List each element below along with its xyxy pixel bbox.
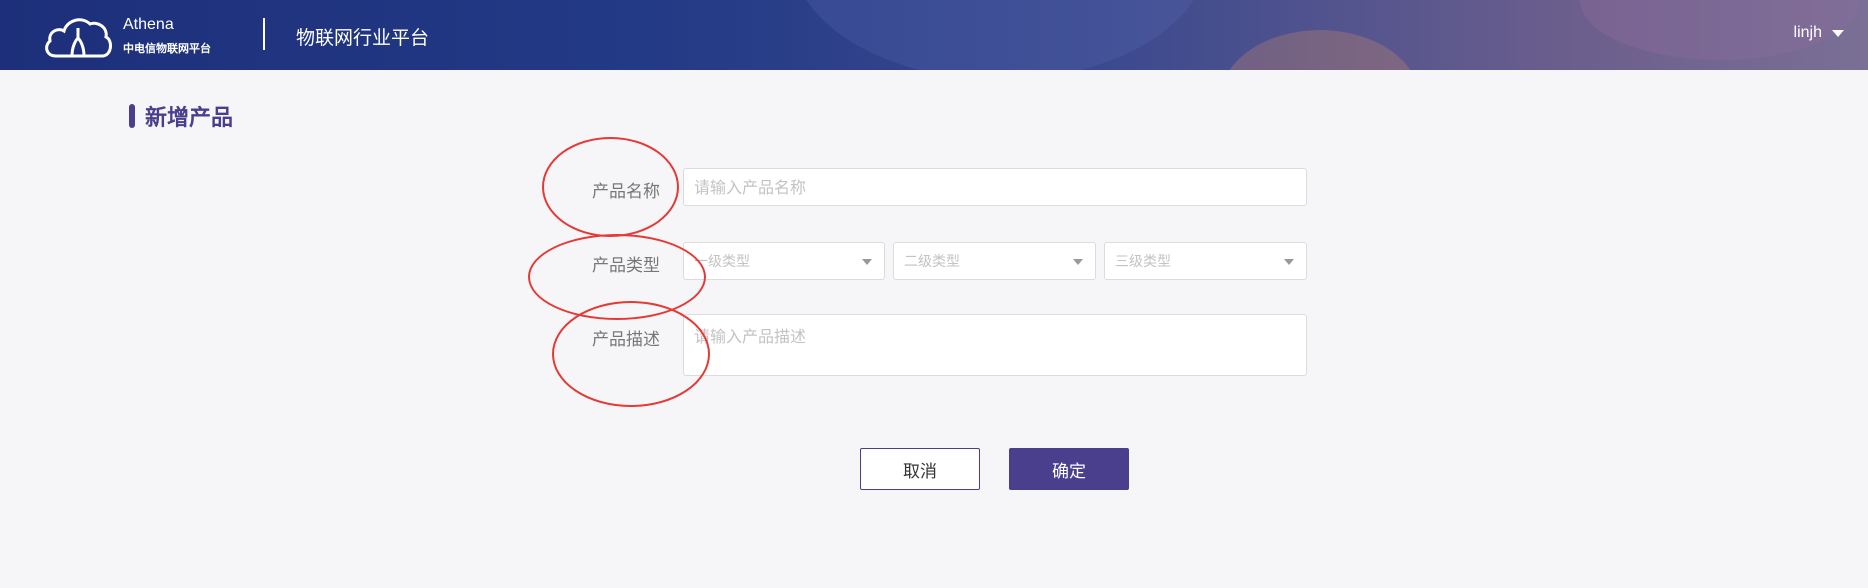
top-header: Athena 中电信物联网平台 物联网行业平台 linjh: [0, 0, 1868, 70]
page-title: 新增产品: [145, 106, 234, 131]
type-level2-select[interactable]: 二级类型: [893, 242, 1096, 280]
header-divider: [263, 18, 265, 50]
type-level2-value: 二级类型: [904, 254, 960, 270]
product-desc-label: 产品描述: [592, 330, 660, 350]
username[interactable]: linjh: [1794, 24, 1822, 42]
cloud-logo-icon: [45, 18, 112, 58]
caret-down-icon[interactable]: [1832, 29, 1844, 37]
type-level3-value: 三级类型: [1115, 254, 1171, 270]
product-desc-textarea[interactable]: [683, 314, 1307, 376]
confirm-button[interactable]: 确定: [1009, 448, 1129, 490]
page-heading: 新增产品: [129, 100, 233, 132]
product-name-input[interactable]: [683, 168, 1307, 206]
product-name-label: 产品名称: [592, 182, 660, 202]
header-decoration: [790, 0, 1210, 70]
header-decoration: [1220, 30, 1420, 70]
platform-title: 物联网行业平台: [296, 27, 430, 49]
annotation-circle: [528, 234, 706, 320]
title-accent-bar: [129, 104, 135, 128]
brand-subtitle: 中电信物联网平台: [123, 42, 211, 55]
type-level1-select[interactable]: 一级类型: [683, 242, 885, 280]
cancel-button[interactable]: 取消: [860, 448, 980, 490]
product-type-label: 产品类型: [592, 256, 660, 276]
user-menu[interactable]: linjh: [1794, 24, 1844, 42]
type-level3-select[interactable]: 三级类型: [1104, 242, 1307, 280]
type-level1-value: 一级类型: [694, 254, 750, 270]
brand-name: Athena: [123, 16, 174, 33]
chevron-down-icon: [862, 259, 872, 265]
chevron-down-icon: [1284, 259, 1294, 265]
chevron-down-icon: [1073, 259, 1083, 265]
